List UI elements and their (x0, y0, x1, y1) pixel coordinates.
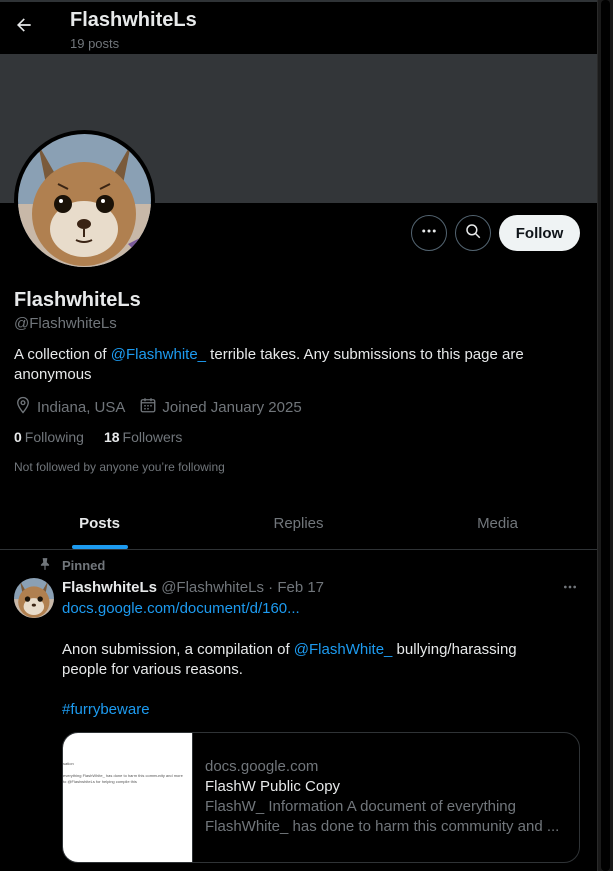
thumbnail-text-line: sation (63, 761, 74, 766)
active-tab-indicator (71, 545, 128, 549)
post-more-button[interactable] (558, 579, 582, 599)
joined-text: Joined January 2025 (162, 398, 302, 416)
location-text: Indiana, USA (37, 398, 126, 416)
profile-bio: A collection of @Flashwhite_ terrible ta… (14, 345, 584, 385)
post-mention-link[interactable]: @FlashWhite_ (294, 641, 393, 658)
calendar-icon (139, 396, 162, 418)
following-count: 0 (14, 429, 22, 445)
followers-label: Followers (122, 429, 183, 445)
bio-mention-link[interactable]: @Flashwhite_ (111, 346, 206, 363)
post-count: 19 posts (70, 36, 120, 51)
profile-tabs: Posts Replies Media (0, 497, 597, 550)
profile-meta: Indiana, USA Joined January 2025 (14, 396, 316, 418)
post-date[interactable]: Feb 17 (277, 579, 324, 596)
avatar-image (18, 134, 151, 267)
follow-stats: 0 Following 18 Followers (14, 429, 202, 445)
card-thumbnail: sation everything FlashWhite_ has done t… (63, 733, 193, 862)
search-icon (464, 222, 482, 245)
thumbnail-text-line: everything FlashWhite_ has done to harm … (63, 773, 183, 778)
tab-replies-label: Replies (273, 514, 324, 532)
follow-button[interactable]: Follow (499, 215, 580, 251)
pinned-indicator: Pinned (38, 557, 105, 574)
card-body: docs.google.com FlashW Public Copy Flash… (193, 733, 579, 862)
location-pin-icon (14, 396, 37, 418)
joined-item: Joined January 2025 (139, 396, 302, 418)
more-horizontal-icon (420, 222, 438, 245)
tab-posts[interactable]: Posts (0, 497, 199, 549)
post-author-avatar[interactable] (14, 578, 54, 618)
post-text: Anon submission, a compilation of @Flash… (62, 640, 562, 680)
thumbnail-text-line: to @FlashwhiteLs for helping compile thi… (63, 779, 137, 784)
link-preview-card[interactable]: sation everything FlashWhite_ has done t… (62, 732, 580, 863)
card-title: FlashW Public Copy (205, 778, 341, 795)
page-title: FlashwhiteLs (70, 9, 197, 31)
location-item: Indiana, USA (14, 396, 125, 418)
more-horizontal-icon (562, 579, 578, 600)
profile-avatar[interactable] (14, 130, 155, 271)
tab-media-label: Media (477, 514, 518, 532)
post-separator: · (268, 579, 274, 596)
display-name: FlashwhiteLs (14, 289, 141, 311)
post-author-handle[interactable]: @FlashwhiteLs (161, 579, 264, 596)
pinned-label: Pinned (62, 558, 106, 573)
following-label: Following (24, 429, 84, 445)
card-description: FlashW_ Information A document of everyt… (205, 798, 560, 835)
top-bar: FlashwhiteLs 19 posts (0, 0, 597, 53)
post-text-prefix: Anon submission, a compilation of (62, 641, 294, 658)
back-button[interactable] (6, 9, 42, 45)
tab-media[interactable]: Media (398, 497, 597, 549)
card-domain: docs.google.com (205, 758, 319, 775)
not-followed-note: Not followed by anyone you’re following (14, 460, 225, 474)
more-options-button[interactable] (411, 215, 447, 251)
tab-posts-label: Posts (79, 514, 120, 532)
search-profile-button[interactable] (455, 215, 491, 251)
pinned-post[interactable]: Pinned FlashwhiteLs @FlashwhiteLs · Feb … (0, 551, 597, 871)
followers-count: 18 (103, 429, 120, 445)
arrow-left-icon (14, 15, 34, 40)
followers-link[interactable]: 18 Followers (104, 429, 182, 445)
post-header: FlashwhiteLs @FlashwhiteLs · Feb 17 (62, 579, 324, 596)
post-hashtag[interactable]: #furrybeware (62, 701, 150, 718)
tab-replies[interactable]: Replies (199, 497, 398, 549)
post-url-link[interactable]: docs.google.com/document/d/160... (62, 600, 300, 617)
pin-icon (38, 557, 62, 574)
post-author-name[interactable]: FlashwhiteLs (62, 579, 157, 596)
scrollbar-thumb[interactable] (601, 0, 610, 871)
profile-handle: @FlashwhiteLs (14, 315, 117, 332)
bio-text-prefix: A collection of (14, 346, 111, 363)
scrollbar[interactable] (597, 0, 613, 871)
following-link[interactable]: 0 Following (14, 429, 84, 445)
